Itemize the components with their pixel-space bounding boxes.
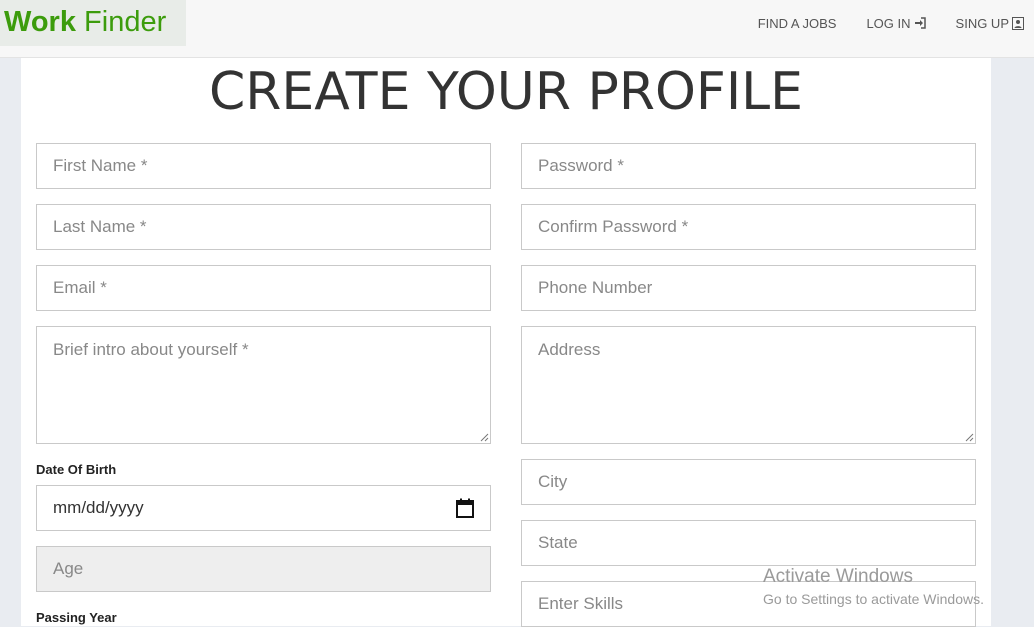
passing-year-label: Passing Year xyxy=(36,610,117,625)
address-placeholder: Address xyxy=(538,340,601,359)
intro-textarea[interactable]: Brief intro about yourself * xyxy=(36,326,491,444)
nav-find-jobs-label: FIND A JOBS xyxy=(757,15,837,31)
nav-login[interactable]: LOG IN xyxy=(866,14,926,32)
skills-input[interactable]: Enter Skills xyxy=(521,581,976,627)
last-name-input[interactable]: Last Name * xyxy=(36,204,491,250)
resize-handle-icon[interactable] xyxy=(480,433,489,442)
phone-placeholder: Phone Number xyxy=(538,278,653,297)
sign-in-icon xyxy=(914,17,926,29)
state-input[interactable]: State xyxy=(521,520,976,566)
dob-value: mm/dd/yyyy xyxy=(53,498,144,517)
brand-word-finder: Finder xyxy=(84,6,167,38)
brand-logo[interactable]: Work Finder xyxy=(0,0,186,46)
confirm-password-input[interactable]: Confirm Password * xyxy=(521,204,976,250)
nav-signup-label: SING UP xyxy=(955,15,1009,31)
password-input[interactable]: Password * xyxy=(521,143,976,189)
page-title: CREATE YOUR PROFILE xyxy=(208,62,804,122)
nav-find-jobs[interactable]: FIND A JOBS xyxy=(758,14,837,32)
dob-label: Date Of Birth xyxy=(36,462,117,477)
resize-handle-icon[interactable] xyxy=(965,433,974,442)
brand-word-work: Work xyxy=(4,6,76,38)
calendar-icon[interactable] xyxy=(456,498,474,518)
dob-date-input[interactable]: mm/dd/yyyy xyxy=(36,485,491,531)
email-input[interactable]: Email * xyxy=(36,265,491,311)
email-placeholder: Email * xyxy=(53,278,107,297)
password-placeholder: Password * xyxy=(538,156,624,175)
address-textarea[interactable]: Address xyxy=(521,326,976,444)
city-placeholder: City xyxy=(538,472,568,491)
skills-placeholder: Enter Skills xyxy=(538,594,624,613)
age-input: Age xyxy=(36,546,491,592)
age-placeholder: Age xyxy=(53,559,84,578)
phone-input[interactable]: Phone Number xyxy=(521,265,976,311)
city-input[interactable]: City xyxy=(521,459,976,505)
nav-links: FIND A JOBS LOG IN SING UP xyxy=(758,14,1024,32)
confirm-password-placeholder: Confirm Password * xyxy=(538,217,689,236)
last-name-placeholder: Last Name * xyxy=(53,217,147,236)
first-name-placeholder: First Name * xyxy=(53,156,148,175)
state-placeholder: State xyxy=(538,533,578,552)
intro-placeholder: Brief intro about yourself * xyxy=(53,340,249,359)
nav-signup[interactable]: SING UP xyxy=(956,14,1024,32)
navbar: Work Finder FIND A JOBS LOG IN SING UP xyxy=(0,0,1034,58)
first-name-input[interactable]: First Name * xyxy=(36,143,491,189)
nav-login-label: LOG IN xyxy=(866,15,911,31)
user-card-icon xyxy=(1012,16,1024,30)
